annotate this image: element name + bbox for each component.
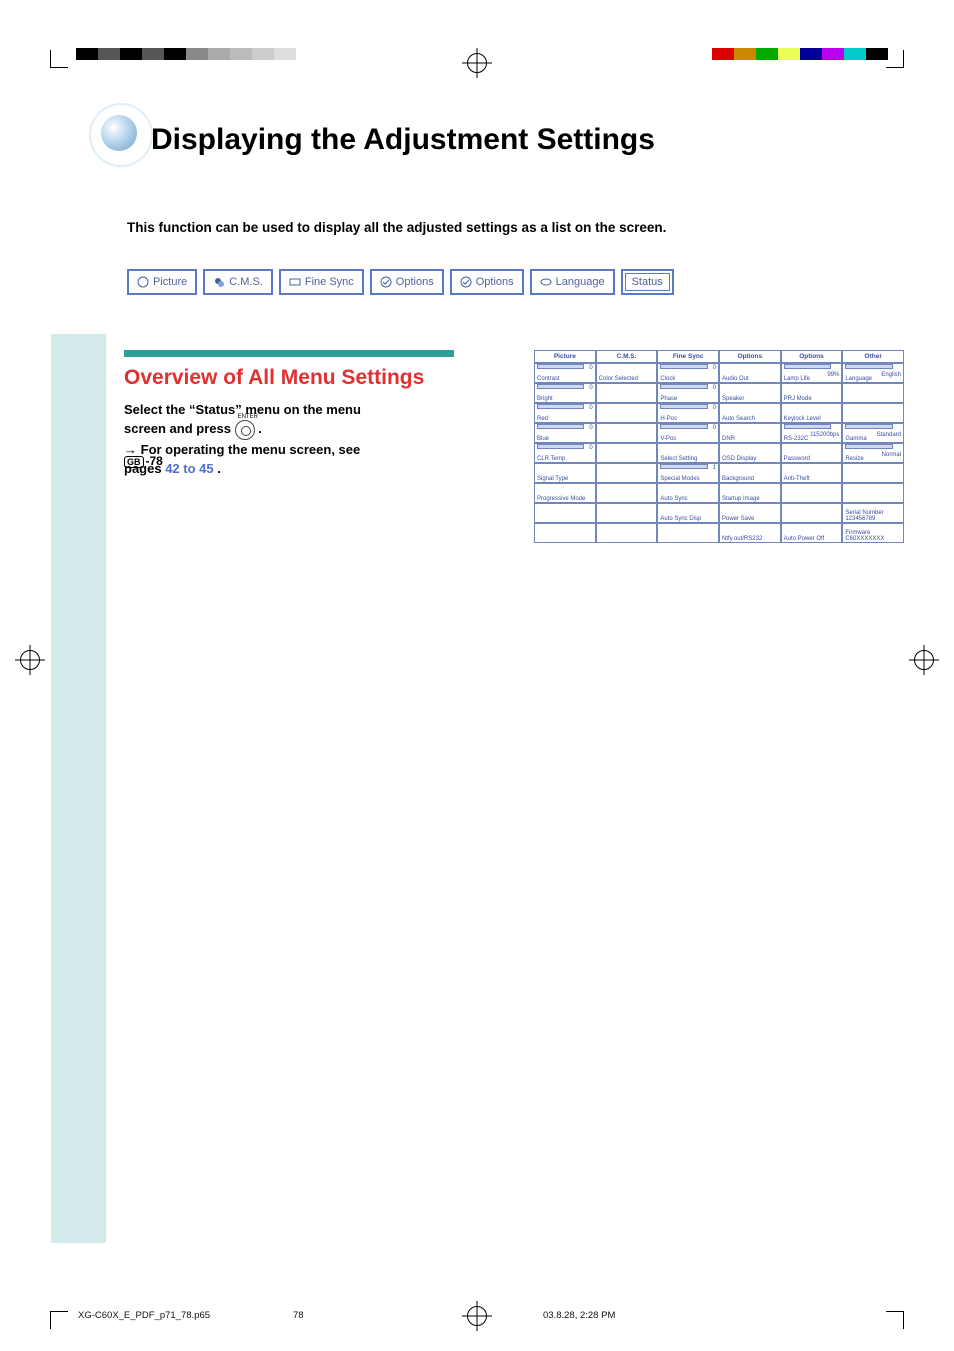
status-cell: OSD Display [719, 443, 781, 463]
tab-cms[interactable]: C.M.S. [203, 269, 273, 295]
status-col-options2: Options [781, 350, 843, 363]
status-cell: 99%Lamp Life [781, 363, 843, 383]
status-cell: Anti-Theft [781, 463, 843, 483]
status-cell: Color Selected [596, 363, 658, 383]
status-cell [596, 423, 658, 443]
title-bullet-icon [101, 115, 137, 151]
status-cell: EnglishLanguage [842, 363, 904, 383]
status-cell [657, 523, 719, 543]
status-header-row: Picture C.M.S. Fine Sync Options Options… [534, 350, 904, 363]
status-col-cms: C.M.S. [596, 350, 658, 363]
instr-line1b: screen and press [124, 421, 235, 436]
instr-line2: For operating the menu screen, see [141, 442, 361, 457]
status-cell: 0Phase [657, 383, 719, 403]
tab-options-1[interactable]: Options [370, 269, 444, 295]
status-cell: PRJ Mode [781, 383, 843, 403]
status-cell [842, 403, 904, 423]
status-col-other: Other [842, 350, 904, 363]
status-cell [534, 503, 596, 523]
status-cell: Keylock Level [781, 403, 843, 423]
status-cell: Auto Search [719, 403, 781, 423]
status-cell: Power Save [719, 503, 781, 523]
status-cell: 0Bright [534, 383, 596, 403]
status-cell: Progressive Mode [534, 483, 596, 503]
status-cell: Signal Type [534, 463, 596, 483]
status-cell: Auto Sync Disp [657, 503, 719, 523]
section-title: Overview of All Menu Settings [124, 365, 454, 390]
status-cell: 0Blue [534, 423, 596, 443]
status-cell: Serial Number123456789 [842, 503, 904, 523]
status-cell [781, 503, 843, 523]
status-cell [596, 523, 658, 543]
footer-file: XG-C60X_E_PDF_p71_78.p65 [78, 1310, 293, 1321]
status-cell: 0Red [534, 403, 596, 423]
status-menu-preview: Picture C.M.S. Fine Sync Options Options… [534, 350, 904, 543]
enter-button-icon: ENTER [235, 420, 255, 440]
page-ref-link[interactable]: 42 to 45 [165, 461, 213, 476]
status-cell: Audio Out [719, 363, 781, 383]
status-cell: Auto Power Off [781, 523, 843, 543]
status-cell: 115200bpsRS-232C [781, 423, 843, 443]
status-cell [596, 463, 658, 483]
menu-tab-bar: Picture C.M.S. Fine Sync Options Options… [127, 269, 931, 295]
status-col-finesync: Fine Sync [657, 350, 719, 363]
status-cell [842, 463, 904, 483]
status-cell: DNR [719, 423, 781, 443]
status-col-picture: Picture [534, 350, 596, 363]
intro-text: This function can be used to display all… [127, 217, 931, 239]
status-cell [596, 383, 658, 403]
status-cell [781, 483, 843, 503]
status-cell: 1Special Modes [657, 463, 719, 483]
tab-picture[interactable]: Picture [127, 269, 197, 295]
status-cell: 0V-Pos [657, 423, 719, 443]
tab-language[interactable]: Language [530, 269, 615, 295]
footer-page: 78 [293, 1310, 543, 1321]
instructions-column: Overview of All Menu Settings Select the… [124, 350, 454, 543]
status-cell: StandardGamma [842, 423, 904, 443]
status-cell [596, 483, 658, 503]
footer-date: 03.8.28, 2:28 PM [543, 1310, 615, 1321]
status-cell: Speaker [719, 383, 781, 403]
section-divider [124, 350, 454, 357]
page-title-wrap: Displaying the Adjustment Settings [101, 115, 931, 157]
page-body: Displaying the Adjustment Settings This … [51, 85, 931, 543]
page-number: GB-78 [124, 454, 163, 468]
status-cell [842, 383, 904, 403]
tab-options-2[interactable]: Options [450, 269, 524, 295]
gb-badge: GB [124, 456, 144, 468]
page-title: Displaying the Adjustment Settings [151, 123, 655, 157]
instr-line1c: . [258, 421, 262, 436]
status-cell: 0H-Pos [657, 403, 719, 423]
tab-status[interactable]: Status [621, 269, 674, 295]
status-cell: NormalResize [842, 443, 904, 463]
status-cell: 0Clock [657, 363, 719, 383]
status-cell: 0CLR Temp [534, 443, 596, 463]
status-cell [842, 483, 904, 503]
print-footer: XG-C60X_E_PDF_p71_78.p65 78 03.8.28, 2:2… [78, 1310, 878, 1321]
section-sidebar-stripe [51, 334, 106, 1243]
status-col-options1: Options [719, 350, 781, 363]
status-cell: Background [719, 463, 781, 483]
status-cell [534, 523, 596, 543]
status-cell: FirmwareC60XXXXXXX [842, 523, 904, 543]
instr-line3b: . [217, 461, 221, 476]
status-cell [596, 403, 658, 423]
status-cell: 0Contrast [534, 363, 596, 383]
status-cell [596, 503, 658, 523]
status-cell: Auto Sync [657, 483, 719, 503]
status-cell [596, 443, 658, 463]
status-cell: Select Setting [657, 443, 719, 463]
tab-finesync[interactable]: Fine Sync [279, 269, 364, 295]
status-cell: Ntfy.out/RS232 [719, 523, 781, 543]
status-cell: Startup Image [719, 483, 781, 503]
status-cell: Password [781, 443, 843, 463]
